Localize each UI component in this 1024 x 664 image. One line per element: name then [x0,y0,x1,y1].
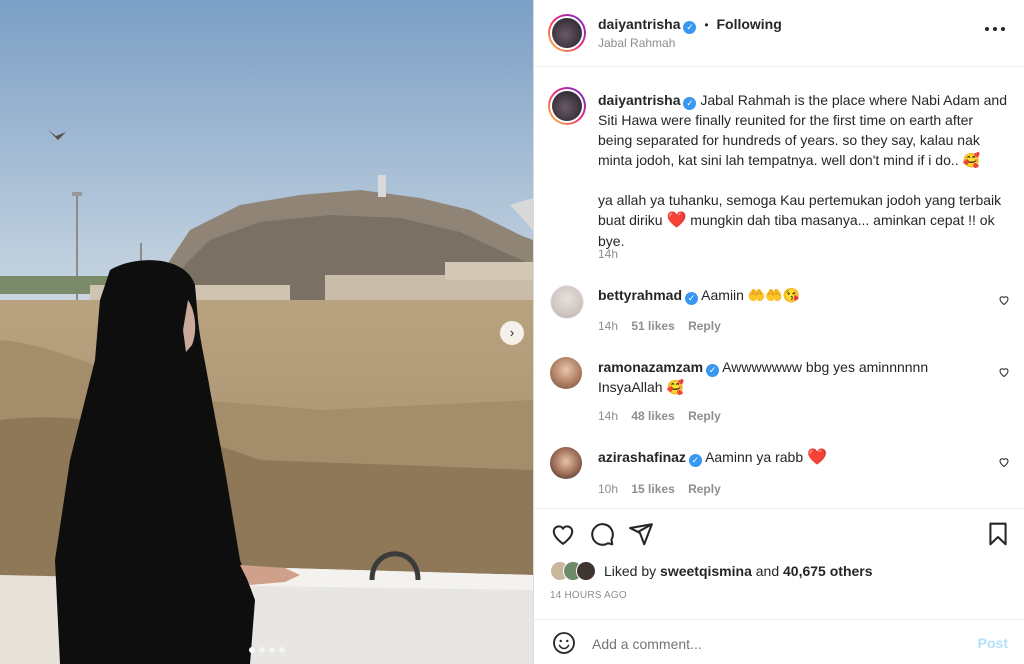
comment-like-heart-icon[interactable] [998,366,1010,378]
comment-like-heart-icon[interactable] [998,294,1010,306]
commenter-avatar[interactable] [550,357,582,389]
comment-body: Aamiin 🤲🤲😘 [701,287,801,303]
caption-avatar[interactable] [548,87,586,125]
comment-time[interactable]: 14h [598,319,618,333]
smiling-hearts-emoji: 🥰 [962,152,980,168]
liked-by-user[interactable]: sweetqismina [660,563,752,579]
chevron-right-icon: › [509,325,515,340]
send-paper-plane-icon[interactable] [628,521,654,547]
verified-badge-icon: ✓ [683,97,697,110]
comment-meta: 14h 51 likes Reply [598,319,721,333]
following-button[interactable]: Following [716,16,781,32]
comment-like-heart-icon[interactable] [998,456,1010,468]
post-comment-button[interactable]: Post [978,635,1008,651]
commenter-avatar[interactable] [550,447,582,479]
comment-input-divider [534,619,1024,620]
comment-meta: 10h 15 likes Reply [598,482,721,496]
author-avatar[interactable] [548,14,586,52]
author-username[interactable]: daiyantrisha [598,16,680,32]
comment-likes[interactable]: 48 likes [631,409,674,423]
verified-badge-icon: ✓ [706,364,720,377]
comment-time[interactable]: 10h [598,482,618,496]
comment-username[interactable]: azirashafinaz [598,449,686,465]
caption-text: daiyantrisha ✓ Jabal Rahmah is the place … [598,90,1010,251]
comment-likes[interactable]: 15 likes [631,482,674,496]
comment-text: ramonazamzam ✓ Awwwwwww bbg yes aminnnnnn… [598,357,978,397]
bookmark-icon[interactable] [985,521,1011,547]
post-photo[interactable]: › [0,0,533,664]
caption-username[interactable]: daiyantrisha [598,92,680,108]
caption-time[interactable]: 14h [598,247,618,261]
heart-outline-icon[interactable] [550,521,576,547]
liker-avatars[interactable] [550,561,606,581]
add-comment-input[interactable] [590,631,964,657]
liked-by-and: and [755,563,780,579]
liker-avatar [576,561,596,581]
carousel-next-button[interactable]: › [500,321,524,345]
liked-by-others[interactable]: 40,675 others [783,563,873,579]
comment-username[interactable]: ramonazamzam [598,359,703,375]
comment-text: azirashafinaz ✓ Aaminn ya rabb ❤️ [598,447,978,468]
post-timestamp[interactable]: 14 HOURS AGO [550,590,627,601]
comment-body: Aaminn ya rabb [705,449,804,465]
verified-badge-icon: ✓ [685,292,699,305]
comment-time[interactable]: 14h [598,409,618,423]
location-link[interactable]: Jabal Rahmah [598,36,675,50]
comment-bubble-icon[interactable] [589,521,615,547]
more-horizontal-icon [985,27,1005,31]
comment-username[interactable]: bettyrahmad [598,287,682,303]
comment-meta: 14h 48 likes Reply [598,409,721,423]
comment-text: bettyrahmad ✓ Aamiin 🤲🤲😘 [598,285,978,305]
emoji-smiley-icon[interactable] [552,631,576,655]
reply-button[interactable]: Reply [688,319,721,333]
header-divider [534,66,1024,67]
reply-button[interactable]: Reply [688,482,721,496]
header-separator: • [704,18,709,32]
liked-by-text: Liked by sweetqismina and 40,675 others [604,563,873,579]
liked-by-prefix: Liked by [604,563,657,579]
actions-divider [534,508,1024,509]
post-side-panel: daiyantrisha ✓ • Following Jabal Rahmah d… [534,0,1024,664]
verified-badge-icon: ✓ [688,454,702,467]
more-options-button[interactable] [984,19,1006,39]
verified-badge-icon: ✓ [683,21,697,34]
comment-likes[interactable]: 51 likes [631,319,674,333]
reply-button[interactable]: Reply [688,409,721,423]
commenter-avatar[interactable] [550,285,584,319]
red-heart-emoji: ❤️ [807,449,827,466]
red-heart-emoji: ❤️ [666,212,687,229]
